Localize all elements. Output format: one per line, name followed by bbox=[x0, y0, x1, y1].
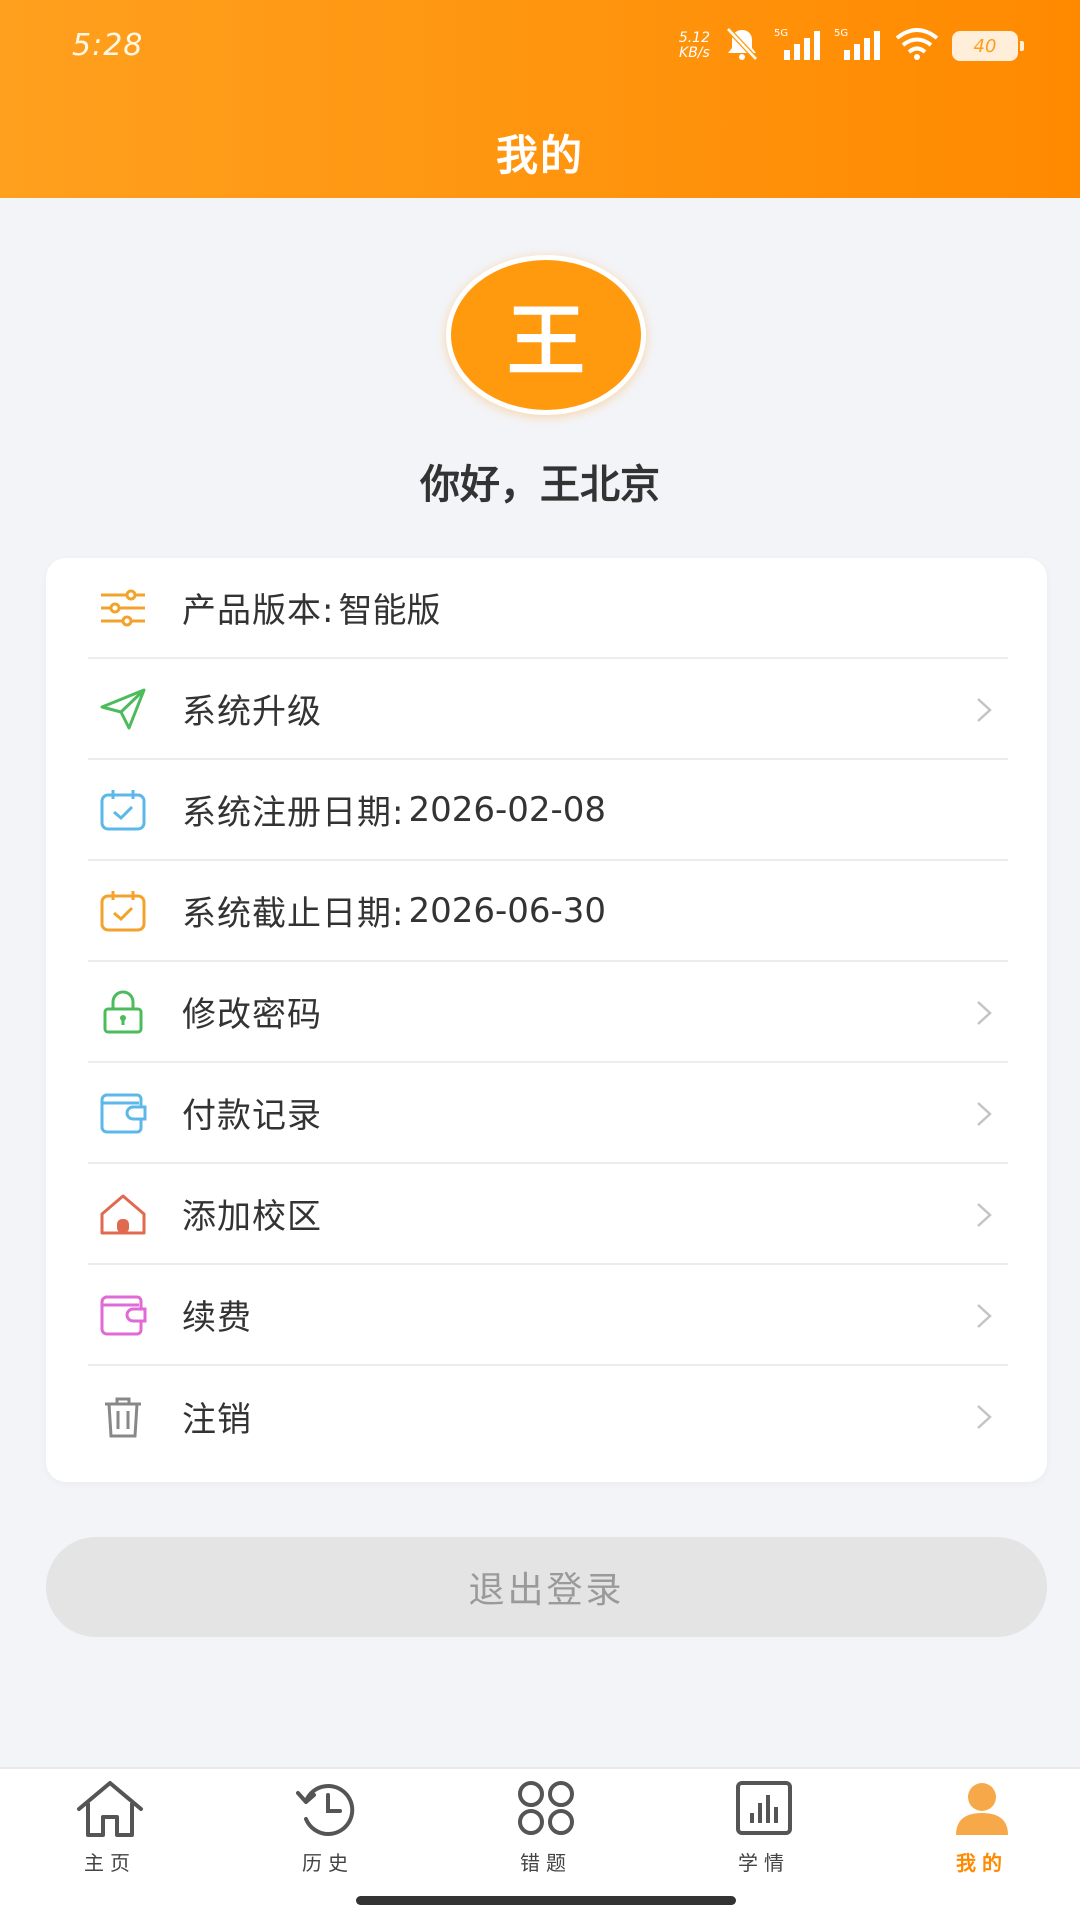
calendar-check-icon bbox=[98, 886, 148, 936]
user-icon bbox=[946, 1779, 1018, 1843]
expire-date-label: 系统截止日期: bbox=[182, 894, 405, 934]
svg-text:5G: 5G bbox=[774, 28, 788, 39]
expire-date-row: 系统截止日期: 2026-06-30 bbox=[88, 861, 1008, 962]
tab-mine[interactable]: 我的 bbox=[912, 1779, 1052, 1889]
status-icons: 5.12 KB/s 5G 5G 40 bbox=[679, 26, 1024, 66]
grid-icon bbox=[510, 1779, 582, 1843]
expire-date-value: 2026-06-30 bbox=[408, 890, 607, 931]
tab-mine-label: 我的 bbox=[956, 1851, 1008, 1875]
chevron-right-icon bbox=[968, 1099, 998, 1129]
wifi-icon bbox=[894, 26, 940, 66]
network-speed-value: 5.12 bbox=[678, 30, 710, 46]
add-campus-label: 添加校区 bbox=[182, 1197, 322, 1237]
register-date-label: 系统注册日期: bbox=[182, 793, 405, 833]
system-upgrade-row[interactable]: 系统升级 bbox=[88, 659, 1008, 760]
tab-wrong-questions-label: 错题 bbox=[520, 1851, 572, 1875]
register-date-row: 系统注册日期: 2026-02-08 bbox=[88, 760, 1008, 861]
tab-study-status[interactable]: 学情 bbox=[694, 1779, 834, 1889]
signal-5g-icon: 5G bbox=[834, 26, 882, 66]
cancel-account-label: 注销 bbox=[182, 1400, 252, 1440]
cancel-account-row[interactable]: 注销 bbox=[88, 1366, 1008, 1467]
system-upgrade-label: 系统升级 bbox=[182, 692, 322, 732]
bell-off-icon bbox=[722, 26, 762, 66]
settings-card: 产品版本: 智能版 系统升级 系统注册日期: 2026-02-08 系统截止日期… bbox=[46, 558, 1047, 1482]
header: 5:28 5.12 KB/s 5G 5G 40 我的 bbox=[0, 0, 1080, 198]
tab-wrong-questions[interactable]: 错题 bbox=[476, 1779, 616, 1889]
tab-home-label: 主页 bbox=[84, 1851, 136, 1875]
avatar[interactable]: 王 bbox=[446, 255, 646, 415]
product-version-row: 产品版本: 智能版 bbox=[88, 558, 1008, 659]
trash-icon bbox=[98, 1392, 148, 1442]
tab-history-label: 历史 bbox=[302, 1851, 354, 1875]
lock-icon bbox=[98, 987, 148, 1037]
change-password-row[interactable]: 修改密码 bbox=[88, 962, 1008, 1063]
tab-history[interactable]: 历史 bbox=[258, 1779, 398, 1889]
calendar-check-icon bbox=[98, 785, 148, 835]
sliders-icon bbox=[98, 583, 148, 633]
network-speed: 5.12 KB/s bbox=[679, 31, 710, 61]
greeting-text: 你好，王北京 bbox=[420, 462, 660, 508]
bar-chart-icon bbox=[728, 1779, 800, 1843]
svg-text:5G: 5G bbox=[834, 28, 848, 39]
status-bar: 5:28 5.12 KB/s 5G 5G 40 bbox=[0, 0, 1080, 95]
product-version-label: 产品版本: bbox=[182, 591, 335, 631]
chevron-right-icon bbox=[968, 695, 998, 725]
wallet-icon bbox=[98, 1290, 148, 1340]
tab-home[interactable]: 主页 bbox=[40, 1779, 180, 1889]
add-campus-row[interactable]: 添加校区 bbox=[88, 1164, 1008, 1265]
logout-button[interactable]: 退出登录 bbox=[46, 1537, 1047, 1637]
home-indicator bbox=[356, 1896, 736, 1905]
register-date-value: 2026-02-08 bbox=[408, 789, 607, 830]
chevron-right-icon bbox=[968, 998, 998, 1028]
home-icon bbox=[74, 1779, 146, 1843]
status-time: 5:28 bbox=[72, 28, 144, 63]
chevron-right-icon bbox=[968, 1301, 998, 1331]
chevron-right-icon bbox=[968, 1200, 998, 1230]
page-title: 我的 bbox=[495, 131, 584, 180]
change-password-label: 修改密码 bbox=[182, 995, 322, 1035]
product-version-value: 智能版 bbox=[338, 591, 441, 631]
renew-row[interactable]: 续费 bbox=[88, 1265, 1008, 1366]
network-speed-unit: KB/s bbox=[679, 45, 710, 61]
house-icon bbox=[98, 1189, 148, 1239]
send-icon bbox=[98, 684, 148, 734]
signal-5g-icon: 5G bbox=[774, 26, 822, 66]
payment-records-label: 付款记录 bbox=[182, 1096, 322, 1136]
renew-label: 续费 bbox=[182, 1298, 252, 1338]
chevron-right-icon bbox=[968, 1402, 998, 1432]
battery-icon: 40 bbox=[952, 31, 1024, 61]
tab-study-status-label: 学情 bbox=[738, 1851, 790, 1875]
wallet-icon bbox=[98, 1088, 148, 1138]
history-icon bbox=[292, 1779, 364, 1843]
payment-records-row[interactable]: 付款记录 bbox=[88, 1063, 1008, 1164]
